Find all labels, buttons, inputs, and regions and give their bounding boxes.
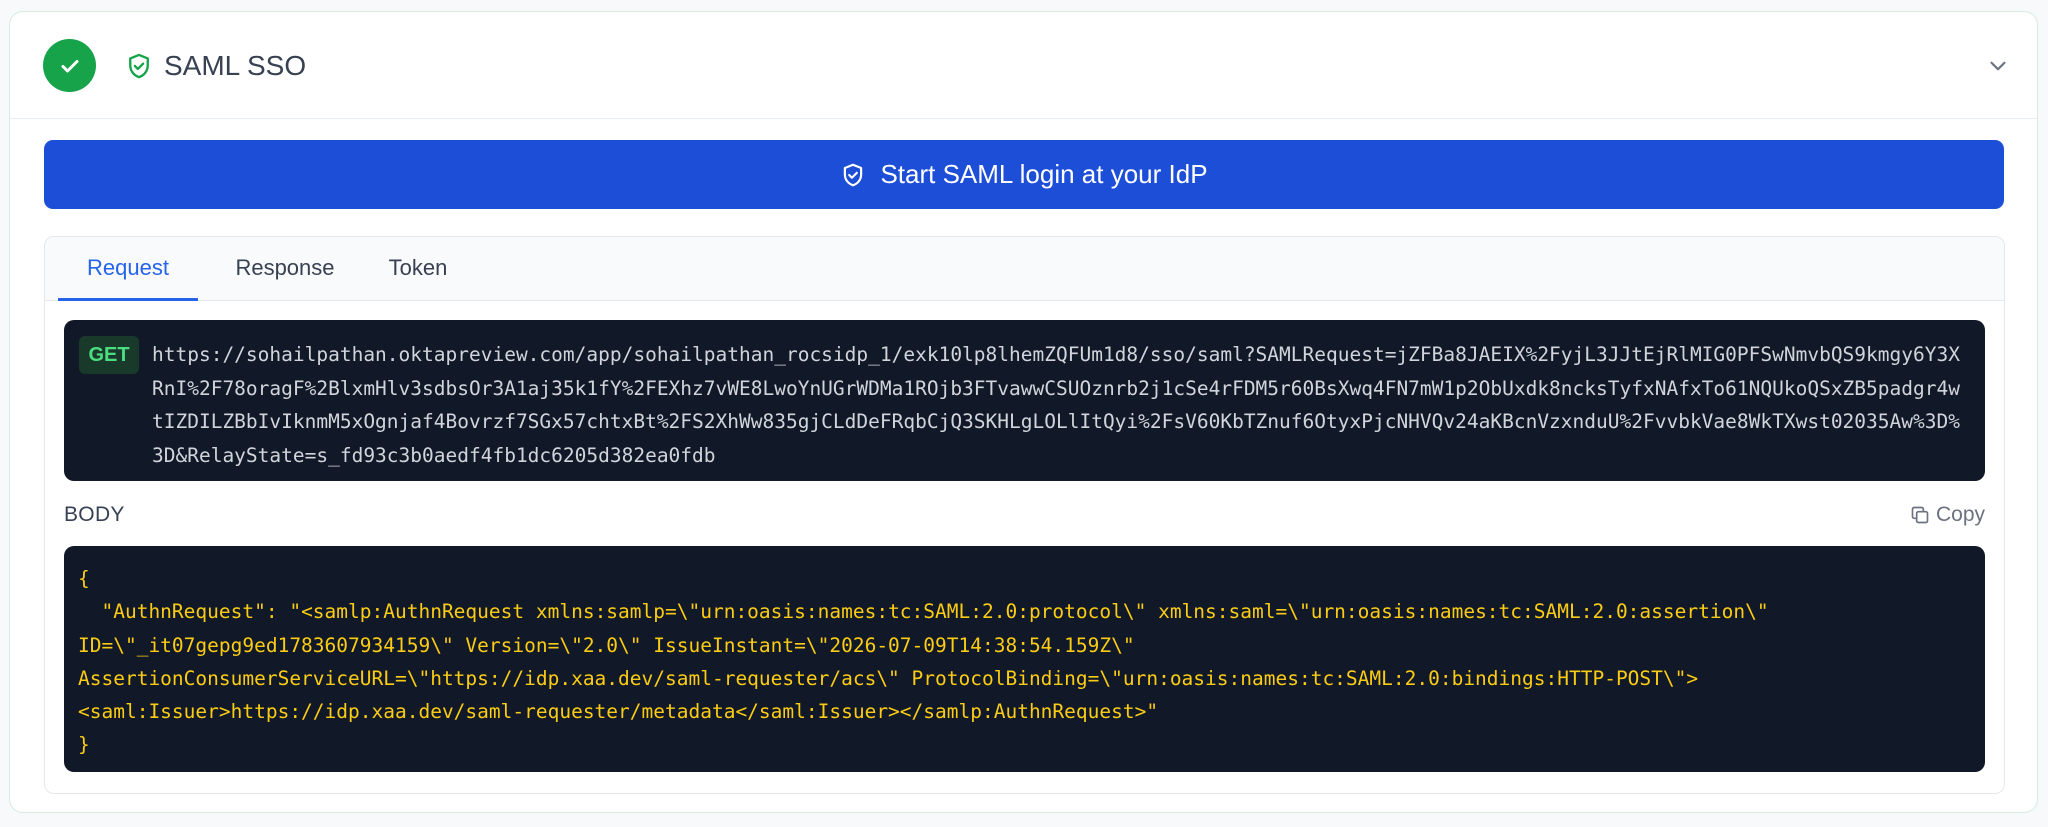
http-method-badge: GET bbox=[79, 336, 139, 374]
card-header[interactable]: SAML SSO bbox=[10, 12, 2037, 119]
tab-token[interactable]: Token bbox=[370, 237, 466, 301]
check-icon bbox=[61, 59, 78, 72]
request-url: https://sohailpathan.oktapreview.com/app… bbox=[152, 343, 1960, 467]
request-panel: Request Response Token GET https://sohai… bbox=[44, 236, 2005, 794]
copy-label: Copy bbox=[1936, 503, 1986, 526]
tab-request[interactable]: Request bbox=[58, 237, 198, 301]
status-check-badge bbox=[43, 39, 96, 92]
start-saml-login-button[interactable]: Start SAML login at your IdP bbox=[44, 140, 2004, 209]
start-saml-login-label: Start SAML login at your IdP bbox=[880, 159, 1208, 189]
tab-response[interactable]: Response bbox=[210, 237, 360, 301]
copy-icon bbox=[1911, 506, 1929, 524]
body-label: BODY bbox=[64, 503, 125, 526]
card-title: SAML SSO bbox=[164, 50, 307, 81]
request-body-block: { "AuthnRequest": "<samlp:AuthnRequest x… bbox=[64, 546, 1985, 772]
saml-sso-card: SAML SSO Start SAML login at your IdP Re… bbox=[9, 11, 2038, 813]
request-body: { "AuthnRequest": "<samlp:AuthnRequest x… bbox=[78, 567, 1769, 757]
copy-button[interactable]: Copy bbox=[1910, 500, 1985, 530]
chevron-down-icon[interactable] bbox=[1985, 53, 2011, 79]
tab-bar: Request Response Token bbox=[45, 237, 2004, 301]
shield-check-icon bbox=[129, 53, 149, 79]
request-url-block: GET https://sohailpathan.oktapreview.com… bbox=[64, 320, 1985, 481]
shield-check-icon bbox=[844, 163, 863, 186]
